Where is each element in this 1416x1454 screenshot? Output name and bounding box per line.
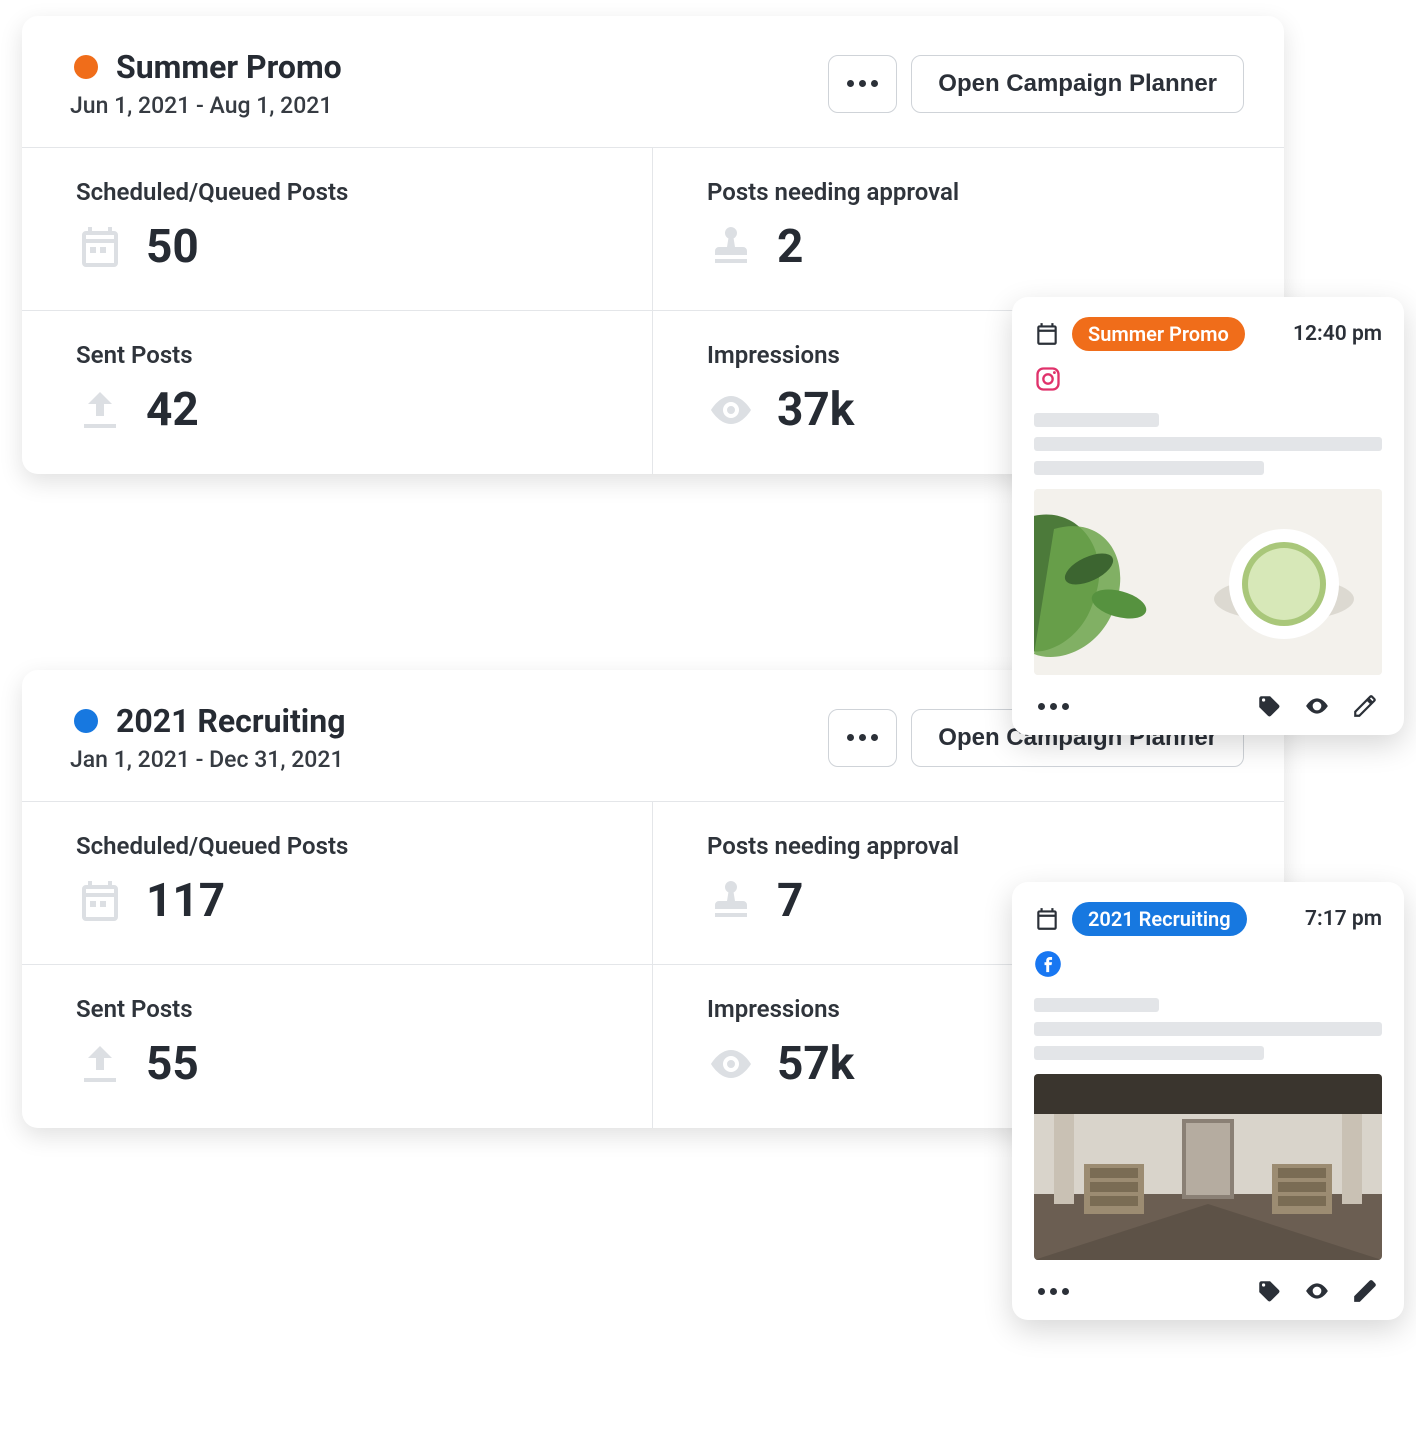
metric-value: 37k	[777, 383, 854, 437]
metric-label: Scheduled/Queued Posts	[76, 178, 612, 206]
metric-label: Posts needing approval	[707, 832, 1244, 860]
tag-icon[interactable]	[1256, 693, 1282, 719]
metric-label: Sent Posts	[76, 341, 612, 369]
metric-label: Scheduled/Queued Posts	[76, 832, 612, 860]
calendar-icon	[76, 877, 124, 925]
stamp-icon	[707, 223, 755, 271]
tag-icon[interactable]	[1256, 1278, 1282, 1304]
metric-scheduled: Scheduled/Queued Posts 50	[22, 148, 653, 311]
post-card-footer	[1034, 693, 1382, 719]
campaign-badge: 2021 Recruiting	[1072, 902, 1247, 936]
metric-value: 42	[146, 383, 199, 437]
metric-value: 55	[146, 1037, 199, 1091]
campaign-date-range: Jan 1, 2021 - Dec 31, 2021	[70, 746, 345, 773]
network-icon-row	[1034, 365, 1382, 397]
campaign-header: Summer Promo Jun 1, 2021 - Aug 1, 2021 O…	[22, 16, 1284, 147]
post-image	[1034, 1074, 1382, 1260]
campaign-date-range: Jun 1, 2021 - Aug 1, 2021	[70, 92, 342, 119]
metric-sent: Sent Posts 42	[22, 311, 653, 474]
campaign-badge: Summer Promo	[1072, 317, 1245, 351]
more-actions-button[interactable]	[828, 55, 897, 113]
campaign-color-dot	[74, 709, 98, 733]
eye-icon	[707, 1040, 755, 1088]
metric-sent: Sent Posts 55	[22, 965, 653, 1128]
ellipsis-icon	[847, 80, 878, 87]
edit-icon[interactable]	[1352, 693, 1378, 719]
ellipsis-icon[interactable]	[1038, 1288, 1069, 1295]
metric-value: 50	[146, 220, 199, 274]
post-preview-card[interactable]: Summer Promo 12:40 pm	[1012, 297, 1404, 735]
post-text-skeleton	[1034, 413, 1382, 475]
open-campaign-planner-button[interactable]: Open Campaign Planner	[911, 55, 1244, 113]
campaign-color-dot	[74, 55, 98, 79]
metric-value: 117	[146, 874, 225, 928]
calendar-icon	[1034, 906, 1060, 932]
metric-label: Sent Posts	[76, 995, 612, 1023]
eye-icon[interactable]	[1304, 693, 1330, 719]
network-icon-row	[1034, 950, 1382, 982]
post-time: 12:40 pm	[1293, 322, 1382, 346]
more-actions-button[interactable]	[828, 709, 897, 767]
edit-icon[interactable]	[1352, 1278, 1378, 1304]
metric-scheduled: Scheduled/Queued Posts 117	[22, 802, 653, 965]
post-card-header: 2021 Recruiting 7:17 pm	[1034, 902, 1382, 936]
post-text-skeleton	[1034, 998, 1382, 1060]
campaign-title-block: Summer Promo Jun 1, 2021 - Aug 1, 2021	[74, 48, 342, 119]
campaign-title-block: 2021 Recruiting Jan 1, 2021 - Dec 31, 20…	[74, 702, 345, 773]
metric-value: 2	[777, 220, 803, 274]
metric-value: 57k	[777, 1037, 854, 1091]
metric-label: Posts needing approval	[707, 178, 1244, 206]
campaign-title: Summer Promo	[116, 48, 342, 86]
post-card-header: Summer Promo 12:40 pm	[1034, 317, 1382, 351]
upload-icon	[76, 1040, 124, 1088]
eye-icon[interactable]	[1304, 1278, 1330, 1304]
calendar-icon	[76, 223, 124, 271]
stamp-icon	[707, 877, 755, 925]
metric-value: 7	[777, 874, 803, 928]
ellipsis-icon	[847, 734, 878, 741]
eye-icon	[707, 386, 755, 434]
post-time: 7:17 pm	[1305, 907, 1382, 931]
campaign-title: 2021 Recruiting	[116, 702, 345, 740]
instagram-icon	[1034, 365, 1062, 393]
upload-icon	[76, 386, 124, 434]
post-preview-card[interactable]: 2021 Recruiting 7:17 pm	[1012, 882, 1404, 1320]
metric-approval: Posts needing approval 2	[653, 148, 1284, 311]
post-image	[1034, 489, 1382, 675]
ellipsis-icon[interactable]	[1038, 703, 1069, 710]
post-card-footer	[1034, 1278, 1382, 1304]
facebook-icon	[1034, 950, 1062, 978]
calendar-icon	[1034, 321, 1060, 347]
